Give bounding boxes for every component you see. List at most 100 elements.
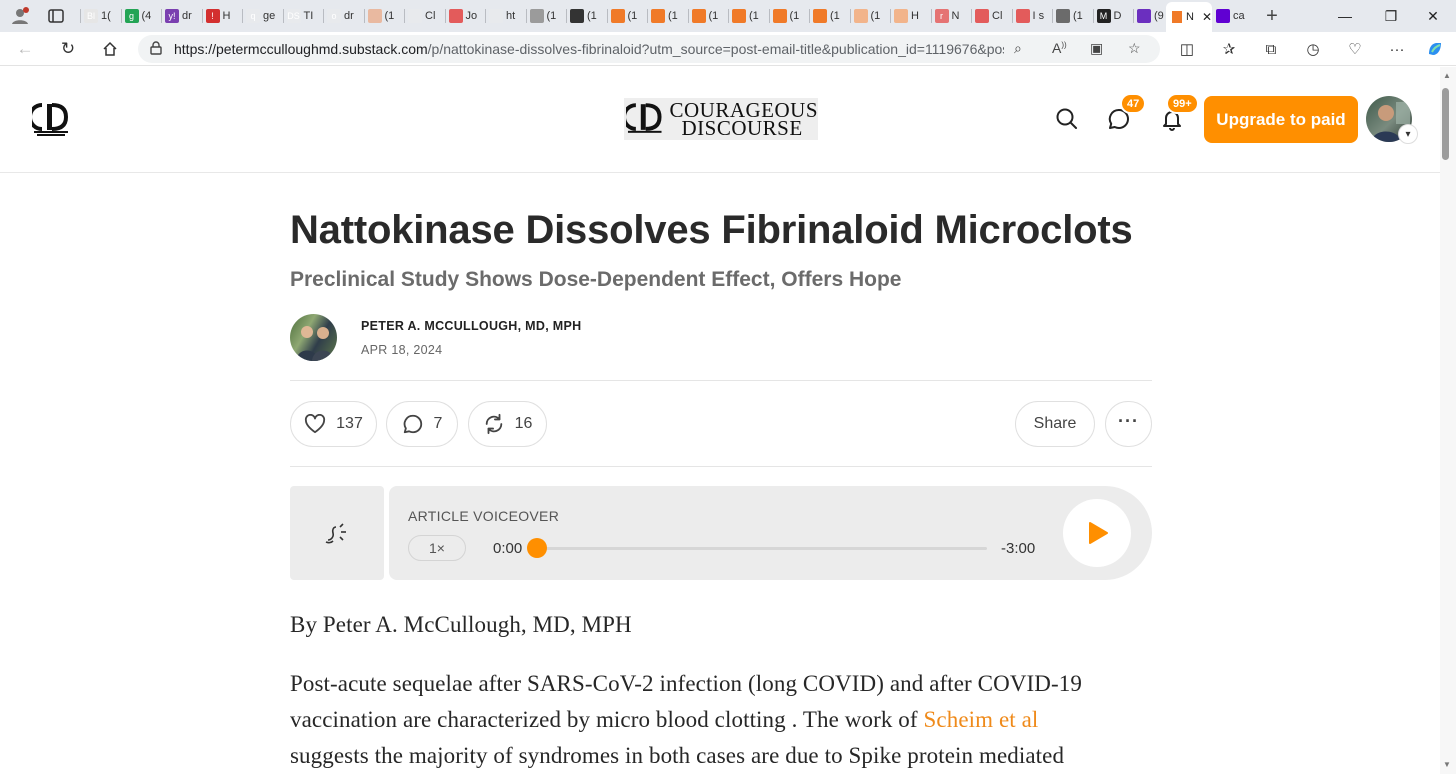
app-available-icon[interactable]: ▣ — [1090, 40, 1103, 57]
tab-item[interactable]: (1 — [363, 7, 394, 25]
voiceover-controls: ARTICLE VOICEOVER 1× 0:00 -3:00 — [389, 486, 1152, 580]
tab-item[interactable]: Cl — [971, 7, 1002, 25]
tab-item[interactable]: (1 — [566, 7, 597, 25]
back-icon[interactable]: ← — [12, 37, 38, 61]
body-line: suggests the majority of syndromes in bo… — [290, 743, 1065, 768]
tab-item-label: ht — [506, 10, 516, 22]
minimize-icon[interactable]: — — [1322, 4, 1368, 28]
lock-icon[interactable] — [150, 40, 162, 58]
home-icon[interactable] — [97, 37, 123, 61]
chevron-down-icon[interactable]: ▾ — [1398, 124, 1418, 144]
tab-item[interactable]: Cl — [404, 7, 435, 25]
tab-separator — [282, 9, 284, 23]
url-text[interactable]: https://petermcculloughmd.substack.com/p… — [174, 41, 1004, 57]
tab-item[interactable]: (1 — [768, 7, 799, 25]
reload-icon[interactable]: ↻ — [55, 37, 81, 61]
address-bar[interactable]: https://petermcculloughmd.substack.com/p… — [138, 35, 1160, 63]
tab-item[interactable]: ca — [1216, 7, 1245, 25]
tab-item[interactable]: ! H — [201, 7, 230, 25]
tab-favicon-icon — [813, 9, 827, 23]
heart-icon — [305, 414, 326, 434]
read-aloud-icon[interactable]: A)) — [1052, 40, 1067, 56]
tab-item[interactable]: ht — [485, 7, 516, 25]
tab-favicon-icon — [853, 9, 868, 23]
tab-active[interactable]: N ✕ — [1166, 2, 1212, 32]
tab-favicon-icon: y! — [165, 9, 179, 23]
tab-item[interactable]: (1 — [647, 7, 678, 25]
copilot-icon[interactable] — [1424, 39, 1446, 59]
tab-item[interactable]: g (4 — [120, 7, 151, 25]
history-icon[interactable]: ◷ — [1302, 39, 1324, 59]
tab-item[interactable]: (1 — [1052, 7, 1083, 25]
comment-button[interactable]: 7 — [386, 401, 458, 447]
tab-item[interactable]: (1 — [849, 7, 880, 25]
close-tab-icon[interactable]: ✕ — [1202, 10, 1212, 24]
tab-item[interactable]: I s — [1011, 7, 1044, 25]
tab-actions-icon[interactable] — [46, 6, 66, 26]
scheim-link[interactable]: Scheim et al — [924, 707, 1039, 732]
tab-item[interactable]: (1 — [728, 7, 759, 25]
tab-item[interactable]: MD — [1092, 7, 1121, 25]
tab-favicon-icon: ! — [205, 9, 220, 23]
tab-item[interactable]: (1 — [525, 7, 556, 25]
tab-item[interactable]: y! dr — [161, 7, 192, 25]
restore-icon[interactable]: ❐ — [1368, 4, 1414, 28]
tab-item-label: TI — [303, 10, 314, 22]
more-menu-icon[interactable]: ··· — [1386, 39, 1408, 59]
scroll-up-arrow-icon[interactable]: ▲ — [1443, 71, 1451, 80]
tab-item[interactable]: Bl 1( — [80, 7, 111, 25]
comment-count: 7 — [433, 415, 443, 432]
progress-handle[interactable] — [527, 538, 547, 558]
tab-item[interactable]: (9 — [1133, 7, 1164, 25]
favorites-icon[interactable]: ✰ — [1218, 39, 1240, 59]
restack-icon — [485, 413, 502, 435]
share-button[interactable]: Share — [1015, 401, 1095, 447]
remaining-time: -3:00 — [1001, 540, 1036, 557]
new-tab-icon[interactable]: + — [1262, 5, 1282, 27]
page-scrollbar[interactable] — [1440, 67, 1456, 774]
tab-separator — [1011, 9, 1013, 23]
upgrade-to-paid-button[interactable]: Upgrade to paid — [1204, 96, 1358, 143]
tab-item[interactable]: Jo — [444, 7, 477, 25]
publication-logo-small[interactable] — [28, 101, 70, 137]
collections-icon[interactable]: ⧉ — [1260, 39, 1282, 59]
search-icon[interactable] — [1053, 105, 1081, 133]
zoom-icon[interactable]: ⌕ — [1014, 40, 1022, 57]
body-line: vaccination are characterized by micro b… — [290, 707, 1038, 733]
tab-item[interactable]: rN — [930, 7, 959, 25]
tab-favicon-icon — [610, 9, 625, 23]
scroll-down-arrow-icon[interactable]: ▼ — [1443, 760, 1451, 769]
browser-essentials-icon[interactable]: ♡ — [1344, 39, 1366, 59]
tab-item[interactable]: (1 — [809, 7, 840, 25]
tab-separator — [768, 9, 770, 23]
voiceover-cover — [290, 486, 384, 580]
tab-favicon-icon: Bl — [84, 9, 98, 23]
restack-button[interactable]: 16 — [468, 401, 547, 447]
tab-favicon-icon — [408, 9, 422, 23]
tab-item[interactable]: q ge — [242, 7, 275, 25]
playback-speed-button[interactable]: 1× — [408, 535, 466, 561]
post-date: APR 18, 2024 — [361, 343, 443, 357]
tab-item[interactable]: (1 — [687, 7, 718, 25]
publication-logo[interactable]: Courageous Discourse — [624, 98, 818, 140]
tab-item[interactable]: DS TI — [282, 7, 314, 25]
favorite-star-icon[interactable]: ☆ — [1128, 40, 1141, 57]
progress-track[interactable] — [537, 547, 987, 550]
more-options-button[interactable]: ··· — [1105, 401, 1152, 447]
play-button[interactable] — [1063, 499, 1131, 567]
tab-item[interactable]: (1 — [606, 7, 637, 25]
url-domain: https://petermcculloughmd.substack.com — [174, 41, 428, 57]
profile-icon[interactable] — [10, 6, 30, 26]
author-avatar[interactable] — [290, 314, 337, 361]
tab-item[interactable]: H — [890, 7, 919, 25]
like-button[interactable]: 137 — [290, 401, 377, 447]
tab-item[interactable]: o dr — [323, 7, 354, 25]
author-name[interactable]: PETER A. MCCULLOUGH, MD, MPH — [361, 319, 581, 333]
tab-item-label: H — [911, 10, 919, 22]
tab-separator — [404, 9, 405, 23]
post-subtitle: Preclinical Study Shows Dose-Dependent E… — [290, 268, 902, 291]
split-screen-icon[interactable]: ◫ — [1176, 39, 1198, 59]
browser-toolbar: ← ↻ https://petermcculloughmd.substack.c… — [0, 32, 1456, 66]
close-window-icon[interactable]: ✕ — [1410, 4, 1456, 28]
scrollbar-thumb[interactable] — [1442, 88, 1449, 160]
